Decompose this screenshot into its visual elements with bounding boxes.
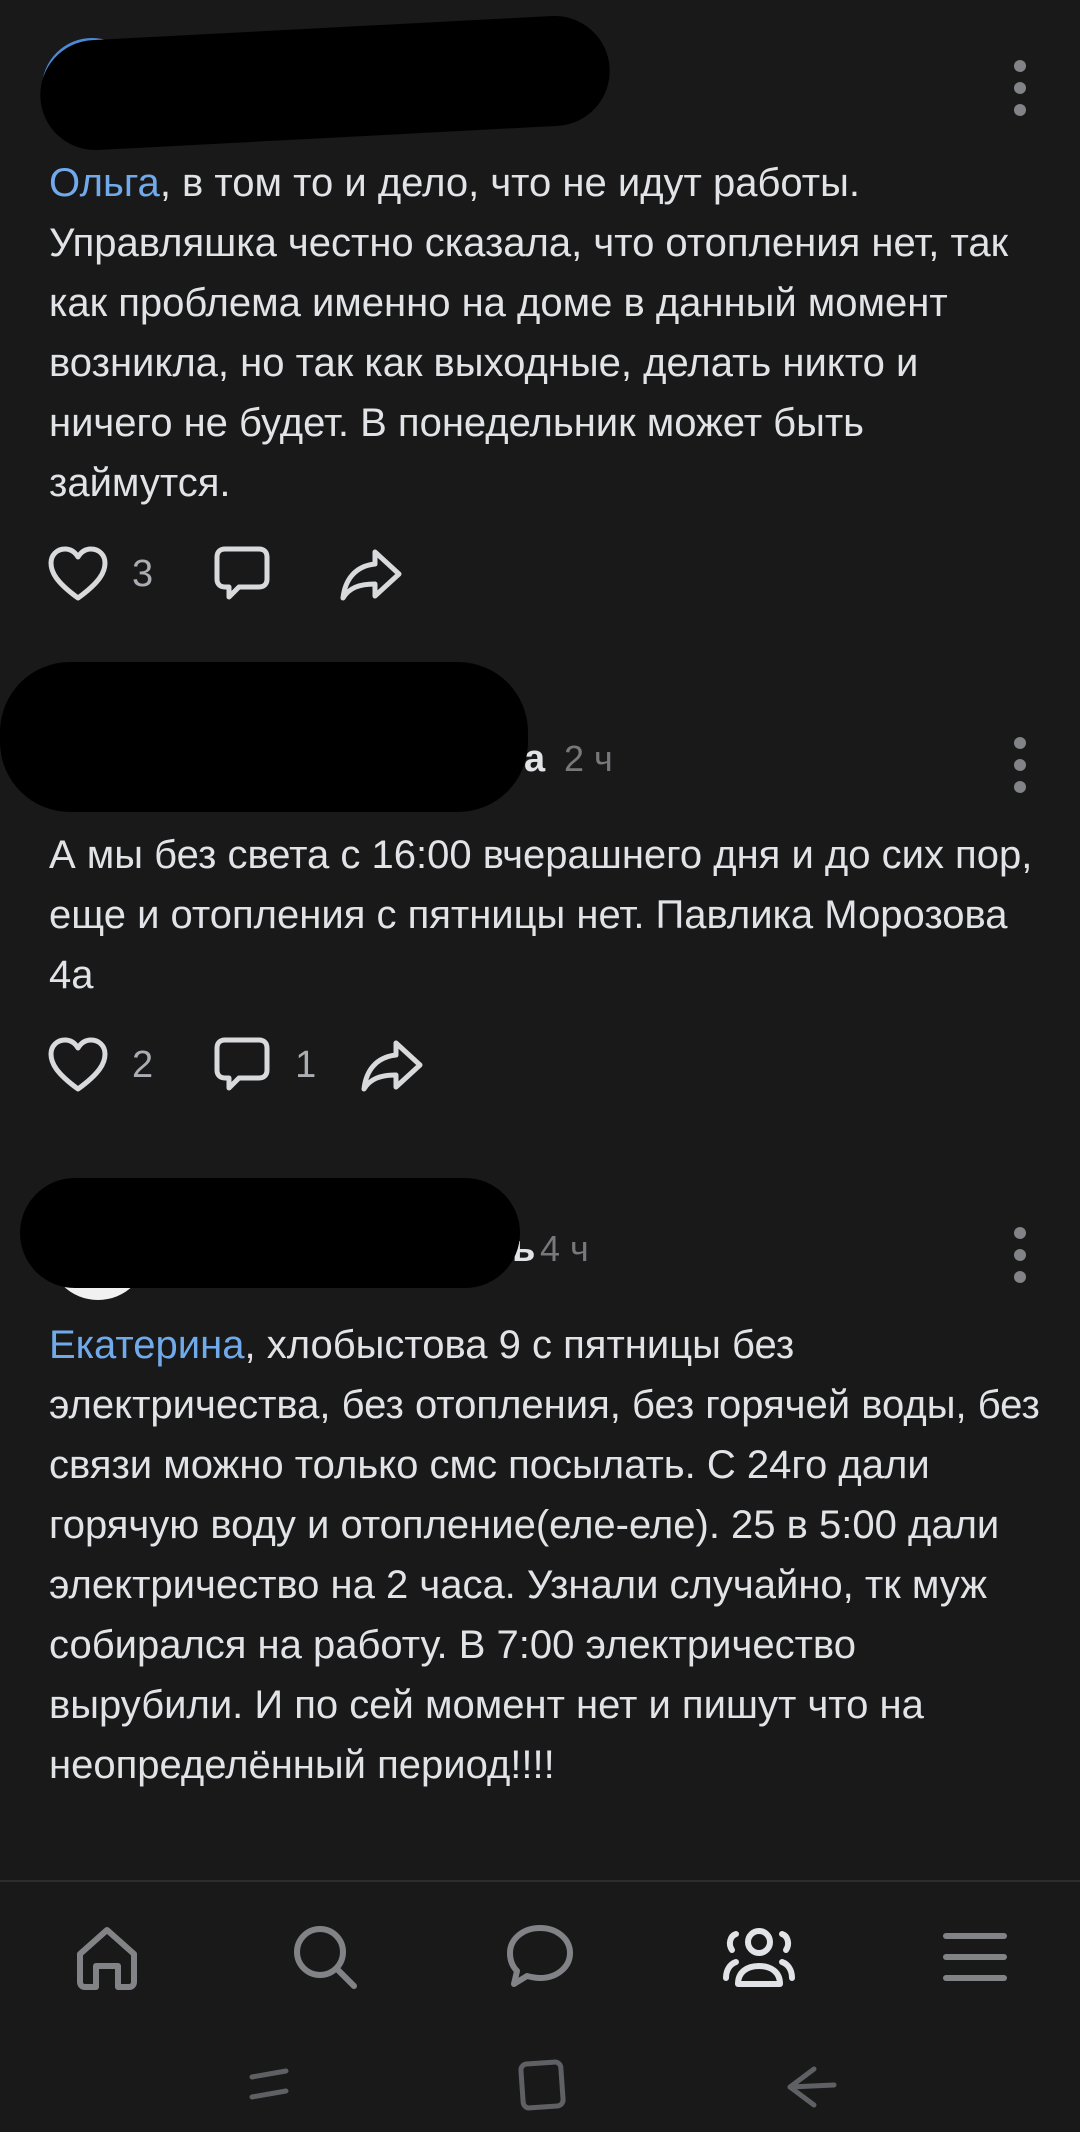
comment-text: Екатерина, хлобыстова 9 с пятницы без эл…: [49, 1315, 1049, 1795]
heart-icon: [48, 546, 108, 601]
mention-link[interactable]: Екатерина: [49, 1323, 244, 1367]
messages-icon: [507, 1925, 573, 1987]
redaction-mark: [37, 13, 613, 153]
back-system-button[interactable]: [780, 2055, 840, 2115]
comment-item: ь 4 ч Екатерина, хлобыстова 9 с пятницы …: [0, 1178, 1080, 1880]
menu-icon: [943, 1933, 1007, 1981]
tab-home[interactable]: [72, 1922, 142, 1992]
tab-search[interactable]: [290, 1922, 360, 1992]
more-options-button[interactable]: [1000, 1227, 1040, 1287]
like-button[interactable]: 3: [48, 546, 153, 602]
more-options-button[interactable]: [1000, 60, 1040, 120]
share-icon: [340, 549, 402, 601]
home-system-button[interactable]: [512, 2055, 572, 2115]
redaction-mark: [0, 662, 528, 812]
home-icon: [77, 1927, 137, 1990]
home-square-icon: [518, 2059, 566, 2111]
heart-icon: [48, 1037, 108, 1092]
comment-text: Ольга, в том то и дело, что не идут рабо…: [49, 153, 1049, 513]
comment-icon: [214, 1037, 270, 1091]
comments-feed: На Ольга, в том то и дело, что не идут р…: [0, 0, 1080, 1880]
community-icon: [723, 1928, 795, 1987]
comment-icon: [214, 546, 270, 600]
reply-button[interactable]: 1: [213, 1036, 316, 1094]
like-count: 3: [132, 552, 154, 595]
reply-count: 1: [295, 1043, 317, 1086]
recent-apps-icon: [249, 2068, 289, 2100]
comment-item: а 2 ч А мы без света с 16:00 вчерашнего …: [0, 662, 1080, 1130]
bottom-navigation: [0, 1880, 1080, 2032]
tab-menu[interactable]: [940, 1922, 1010, 1992]
system-navigation-bar: [0, 2030, 1080, 2132]
comment-time: 2 ч: [564, 738, 613, 779]
search-icon: [294, 1926, 357, 1989]
more-options-button[interactable]: [1000, 737, 1040, 797]
comment-item: На Ольга, в том то и дело, что не идут р…: [0, 0, 1080, 640]
comment-header: а 2 ч: [0, 662, 1080, 812]
comment-body: , хлобыстова 9 с пятницы без электричест…: [49, 1323, 1040, 1787]
comment-actions: 3: [48, 544, 447, 604]
like-count: 2: [132, 1043, 154, 1086]
comment-body: А мы без света с 16:00 вчерашнего дня и …: [49, 833, 1033, 997]
comment-time: 4 ч: [540, 1228, 589, 1269]
comment-header: На: [0, 13, 1080, 153]
recent-apps-button[interactable]: [240, 2055, 300, 2115]
share-icon: [361, 1040, 423, 1092]
tab-community[interactable]: [722, 1922, 795, 1992]
tab-messages[interactable]: [505, 1922, 575, 1992]
share-button[interactable]: [339, 546, 403, 602]
comment-body: , в том то и дело, что не идут работы. У…: [49, 161, 1009, 505]
redaction-mark: [20, 1178, 520, 1288]
comment-text: А мы без света с 16:00 вчерашнего дня и …: [49, 825, 1049, 1005]
share-button[interactable]: [360, 1037, 424, 1093]
mention-link[interactable]: Ольга: [49, 161, 160, 205]
comment-actions: 2 1: [48, 1035, 468, 1095]
comment-header: ь 4 ч: [0, 1178, 1080, 1300]
reply-button[interactable]: [213, 545, 295, 603]
back-icon: [787, 2066, 837, 2108]
like-button[interactable]: 2: [48, 1037, 153, 1093]
